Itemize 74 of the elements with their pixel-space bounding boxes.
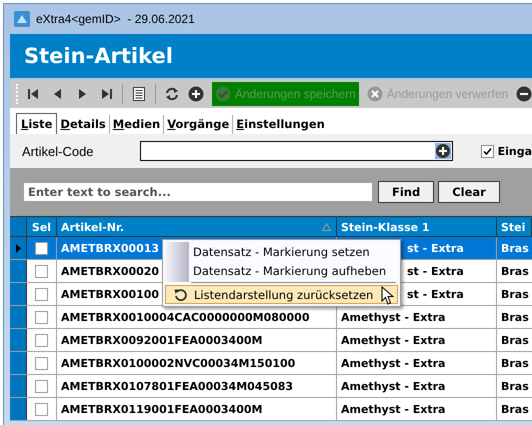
row-indicator xyxy=(10,283,27,305)
table-cell: st - Extra xyxy=(407,242,464,254)
page-title: Stein-Artikel xyxy=(24,44,173,68)
table-cell: AMETBRX0100002NVC00034M150100 xyxy=(61,356,296,370)
table-cell: AMETBRX0092001FEA0003400M xyxy=(61,334,262,346)
checkbox[interactable] xyxy=(480,144,494,158)
row-indicator xyxy=(10,260,27,282)
row-indicator xyxy=(10,375,27,397)
row-indicator xyxy=(10,306,27,328)
row-indicator xyxy=(10,352,27,374)
list-icon[interactable] xyxy=(131,86,147,102)
table-cell: Bras xyxy=(501,288,529,300)
add-icon[interactable] xyxy=(434,143,451,159)
table-row[interactable]: AMETBRX0100002NVC00034M150100 Amethyst - Extra Bras xyxy=(10,352,532,375)
table-cell: Amethyst - Extra xyxy=(341,334,446,346)
refresh-icon[interactable] xyxy=(164,86,180,102)
table-cell: AMETBRX00020 xyxy=(61,264,160,278)
table-cell: Bras xyxy=(501,402,529,416)
table-cell: Amethyst - Extra xyxy=(341,356,446,370)
menu-item[interactable]: Datensatz - Markierung aufheben xyxy=(165,261,398,280)
table-cell: AMETBRX00100 xyxy=(61,288,160,300)
column-header[interactable]: Sel xyxy=(27,218,57,236)
table-row[interactable]: AMETBRX0092001FEA0003400M Amethyst - Extra Bras xyxy=(10,329,532,352)
table-cell: st - Extra xyxy=(407,288,464,300)
table-cell: Bras xyxy=(501,242,529,254)
checkbox[interactable] xyxy=(35,242,48,254)
checkbox[interactable] xyxy=(35,288,48,300)
app-logo-icon xyxy=(14,11,30,27)
close-icon xyxy=(366,86,383,102)
tab[interactable]: Liste xyxy=(16,113,58,134)
checkbox[interactable] xyxy=(35,356,48,370)
table-cell: AMETBRX0107801FEA00034M045083 xyxy=(61,380,294,392)
checkbox[interactable] xyxy=(35,380,48,392)
check-icon xyxy=(215,86,231,102)
table-cell: Amethyst - Extra xyxy=(341,402,446,416)
table-row[interactable]: AMETBRX0010004CAC0000000M080000 Amethyst - Extra Bras xyxy=(10,306,532,329)
column-header[interactable]: Artikel-Nr. xyxy=(57,218,337,236)
menu-item[interactable]: Datensatz - Markierung setzen xyxy=(165,242,398,261)
table-row[interactable]: AMETBRX0119001FEA0003400M Amethyst - Extra Bras xyxy=(10,398,532,421)
table-cell: Amethyst - Extra xyxy=(341,310,446,324)
table-cell: AMETBRX0119001FEA0003400M xyxy=(61,402,262,416)
tab[interactable]: Einstellungen xyxy=(233,115,328,134)
column-header[interactable]: Stei xyxy=(497,218,532,236)
table-cell: Bras xyxy=(501,334,529,346)
check-icon xyxy=(482,146,492,156)
checkbox[interactable] xyxy=(35,264,48,278)
checkbox[interactable] xyxy=(35,402,48,416)
table-cell: AMETBRX0010004CAC0000000M080000 xyxy=(61,310,310,324)
table-cell: Bras xyxy=(501,264,529,278)
table-cell: Bras xyxy=(501,356,529,370)
table-cell: st - Extra xyxy=(407,264,464,278)
sort-icon xyxy=(322,223,331,231)
remove-icon[interactable] xyxy=(516,86,532,102)
field-label: Artikel-Code xyxy=(22,144,95,158)
artikel-code-field[interactable] xyxy=(140,141,453,161)
find-button[interactable]: Find xyxy=(378,181,434,203)
menu-item[interactable]: Listendarstellung zurücksetzen xyxy=(165,285,398,304)
table-row[interactable]: AMETBRX0107801FEA00034M045083 Amethyst - Extra Bras xyxy=(10,375,532,398)
reset-icon xyxy=(174,288,186,301)
table-cell: Bras xyxy=(501,310,529,324)
table-cell: AMETBRX00013 xyxy=(61,242,160,254)
clear-button[interactable]: Clear xyxy=(438,181,500,203)
table-cell: Amethyst - Extra xyxy=(341,380,446,392)
menu-side-strip xyxy=(165,242,189,282)
row-indicator xyxy=(10,398,27,420)
table-cell: Bras xyxy=(501,380,529,392)
search-field[interactable]: Enter text to search... xyxy=(24,183,372,201)
row-indicator xyxy=(10,329,27,351)
checkbox[interactable] xyxy=(35,334,48,346)
checkbox-label: Einga xyxy=(498,144,532,158)
checkbox[interactable] xyxy=(35,310,48,324)
column-header[interactable]: Stein-Klasse 1 xyxy=(337,218,497,236)
window-title: eXtra4<gemID> - 29.06.2021 xyxy=(36,12,195,26)
add-icon[interactable] xyxy=(188,86,204,102)
